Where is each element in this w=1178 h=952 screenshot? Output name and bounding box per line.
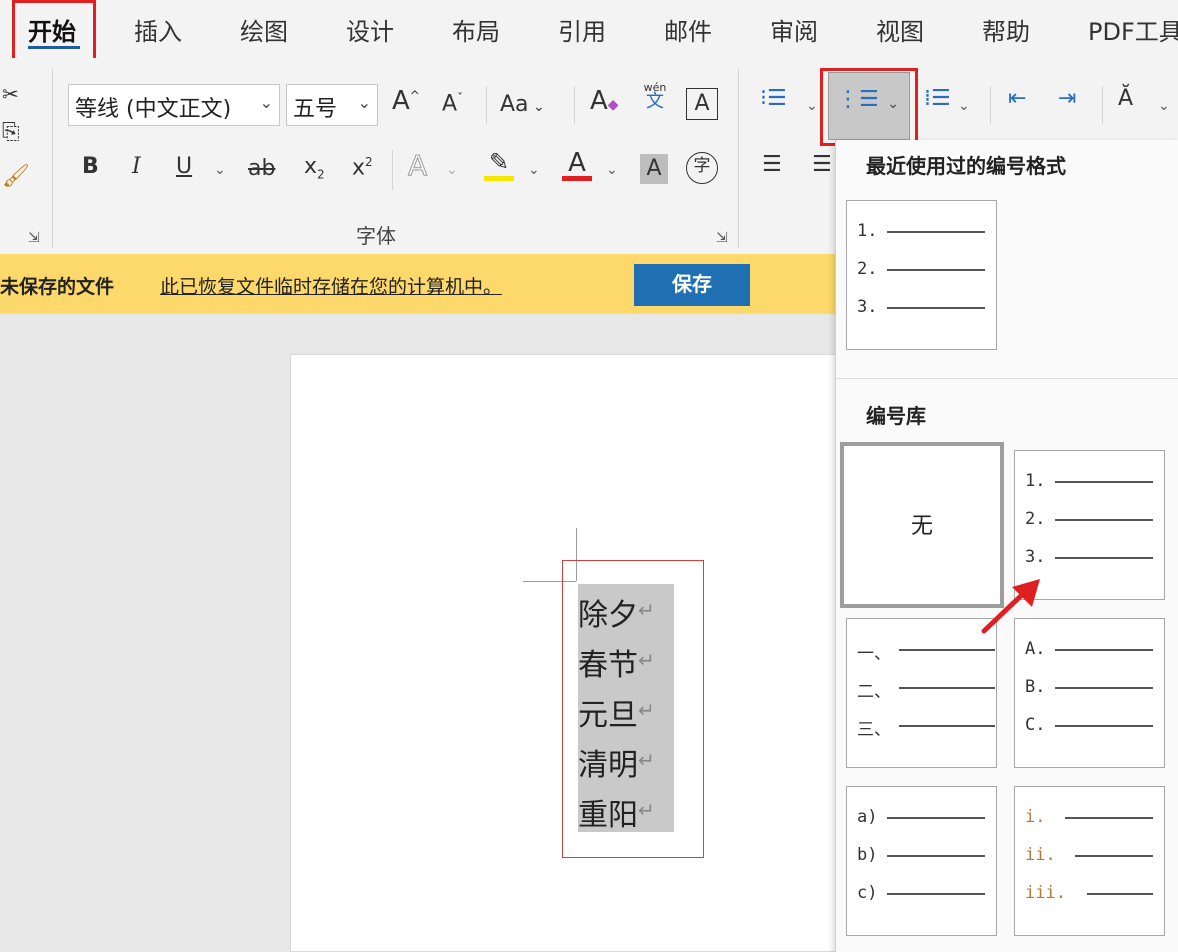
clipboard-launcher-icon[interactable]: ⇲ — [28, 230, 40, 246]
grow-font-button[interactable]: A^ — [392, 88, 420, 114]
font-group-label: 字体 — [356, 224, 396, 248]
multilevel-list-button[interactable]: ⁞☰ — [924, 88, 951, 110]
multilevel-list-icon: ⁞☰ — [924, 86, 951, 111]
bullets-button[interactable]: ⁝☰ — [760, 88, 787, 110]
recovered-file-infobar: 未保存的文件 此已恢复文件临时存储在您的计算机中。 保存 — [0, 254, 835, 314]
tab-draw[interactable]: 绘图 — [240, 12, 288, 47]
align-left-button[interactable]: ☰ — [762, 154, 782, 176]
numbering-library-heading: 编号库 — [866, 404, 926, 428]
tab-view[interactable]: 视图 — [876, 12, 924, 47]
tab-references[interactable]: 引用 — [558, 12, 606, 47]
numbering-format-roman[interactable]: i. ii. iii. — [1014, 786, 1165, 936]
text-effects-dropdown-icon[interactable]: ⌄ — [446, 162, 458, 178]
change-case-button[interactable]: Aa ⌄ — [500, 94, 545, 116]
numbering-format-upper-alpha[interactable]: A. B. C. — [1014, 618, 1165, 768]
numbering-format-recent[interactable]: 1. 2. 3. — [846, 200, 997, 350]
none-label: 无 — [910, 514, 933, 539]
numbering-format-lower-alpha[interactable]: a) b) c) — [846, 786, 997, 936]
strikethrough-button[interactable]: ab — [248, 158, 275, 180]
tab-layout[interactable]: 布局 — [452, 12, 500, 47]
enclose-characters-button[interactable]: 字 — [686, 152, 718, 184]
separator — [1102, 86, 1103, 124]
tab-design[interactable]: 设计 — [346, 12, 394, 47]
text-effects-button[interactable]: A — [407, 151, 427, 180]
group-separator — [738, 68, 739, 248]
character-border-button[interactable]: A — [686, 88, 718, 120]
save-button[interactable]: 保存 — [634, 264, 750, 306]
font-size-value: 五号 — [293, 97, 338, 122]
red-arrow-icon — [981, 579, 1040, 634]
font-color-dropdown-icon[interactable]: ⌄ — [606, 162, 618, 178]
highlight-box-numbering — [820, 68, 918, 146]
separator — [990, 86, 991, 124]
cut-icon[interactable]: ✂ — [2, 84, 19, 104]
recent-formats-heading: 最近使用过的编号格式 — [866, 154, 1066, 178]
chevron-down-icon: ⌄ — [357, 93, 371, 112]
separator — [392, 150, 393, 190]
group-separator — [52, 68, 53, 248]
bullets-dropdown-icon[interactable]: ⌄ — [806, 98, 818, 114]
align-center-button[interactable]: ☰ — [812, 154, 832, 176]
copy-icon[interactable]: ⎘ — [2, 122, 20, 144]
highlight-button[interactable]: ✎ — [484, 150, 514, 181]
tab-review[interactable]: 审阅 — [770, 12, 818, 47]
ribbon-tab-bar: 开始 插入 绘图 设计 布局 引用 邮件 审阅 视图 帮助 PDF工具 — [0, 0, 1178, 58]
bullet-list-icon: ⁝☰ — [760, 86, 787, 111]
character-shading-button[interactable]: A — [640, 154, 668, 184]
separator — [574, 86, 575, 124]
bold-button[interactable]: B — [82, 156, 99, 178]
superscript-button[interactable]: x2 — [352, 156, 373, 179]
numbering-format-chinese[interactable]: 一、 二、 三、 — [846, 618, 997, 768]
italic-button[interactable]: I — [132, 156, 141, 178]
font-dialog-launcher-icon[interactable]: ⇲ — [716, 230, 728, 246]
panel-divider — [835, 378, 1178, 379]
format-painter-icon[interactable]: 🖌 — [2, 166, 30, 188]
font-size-select[interactable]: 五号 ⌄ — [286, 84, 378, 126]
asian-layout-dropdown-icon[interactable]: ⌄ — [1158, 98, 1170, 114]
tab-insert[interactable]: 插入 — [134, 12, 182, 47]
phonetic-guide-button[interactable]: wén 文 — [640, 82, 670, 111]
font-name-value: 等线 (中文正文) — [75, 97, 232, 122]
increase-indent-button[interactable]: ⇥ — [1058, 88, 1076, 110]
asian-layout-button[interactable]: Ӑ — [1118, 88, 1133, 110]
font-name-select[interactable]: 等线 (中文正文) ⌄ — [68, 84, 280, 126]
tab-pdf-tools[interactable]: PDF工具 — [1088, 12, 1178, 47]
highlight-color-bar — [484, 176, 514, 181]
clear-format-button[interactable]: A◆ — [590, 88, 619, 114]
subscript-button[interactable]: x2 — [304, 156, 325, 181]
multilevel-dropdown-icon[interactable]: ⌄ — [958, 98, 970, 114]
chevron-down-icon: ⌄ — [259, 93, 273, 112]
font-color-button[interactable]: A — [562, 150, 592, 181]
separator — [486, 86, 487, 124]
infobar-message-link[interactable]: 此已恢复文件临时存储在您的计算机中。 — [160, 272, 502, 299]
tab-help[interactable]: 帮助 — [982, 12, 1030, 47]
underline-button[interactable]: U — [176, 156, 192, 178]
highlighter-icon: ✎ — [488, 148, 510, 176]
highlight-dropdown-icon[interactable]: ⌄ — [528, 162, 540, 178]
infobar-title: 未保存的文件 — [0, 276, 115, 298]
underline-dropdown-icon[interactable]: ⌄ — [214, 162, 226, 178]
highlight-box-selected-text — [562, 560, 704, 858]
shrink-font-button[interactable]: Aˇ — [442, 92, 463, 115]
tab-mailings[interactable]: 邮件 — [664, 12, 712, 47]
decrease-indent-button[interactable]: ⇤ — [1008, 88, 1026, 110]
